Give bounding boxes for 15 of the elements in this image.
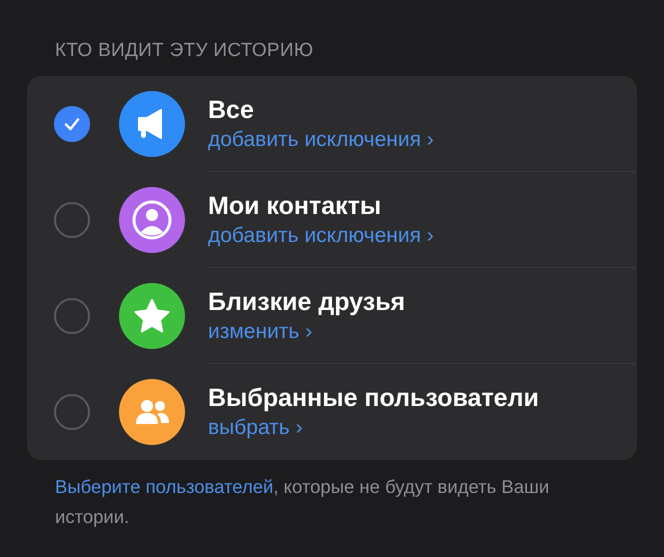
- footer-text: Выберите пользователей, которые не будут видеть Ваши истории.: [55, 475, 550, 529]
- footer-link[interactable]: Выберите пользователей: [55, 476, 274, 497]
- option-title: Близкие друзья: [208, 286, 406, 316]
- option-title: Мои контакты: [208, 190, 382, 220]
- option-link[interactable]: добавить исключения ›: [208, 126, 434, 152]
- option-link[interactable]: выбрать ›: [208, 415, 303, 441]
- radio-button[interactable]: [54, 298, 90, 334]
- radio-button[interactable]: [54, 394, 90, 430]
- checked-radio[interactable]: [54, 106, 90, 142]
- radio-button[interactable]: [54, 202, 90, 238]
- option-title: Выбранные пользователи: [208, 383, 539, 413]
- option-link[interactable]: добавить исключения ›: [208, 222, 434, 248]
- option-link[interactable]: изменить ›: [208, 318, 312, 344]
- section-heading: КТО ВИДИТ ЭТУ ИСТОРИЮ: [55, 39, 314, 63]
- option-title: Все: [208, 94, 254, 124]
